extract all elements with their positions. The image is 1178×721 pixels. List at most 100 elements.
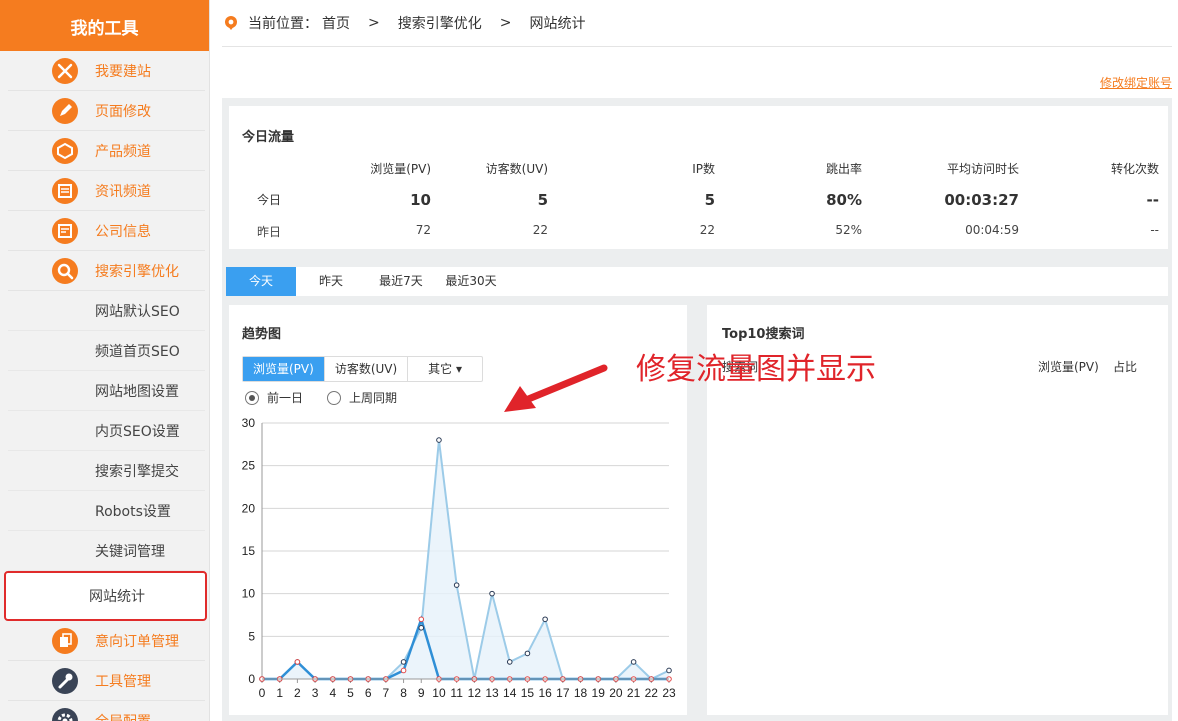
y-tick-label: 20: [242, 501, 256, 515]
sidebar-item-label: 页面修改: [95, 103, 151, 120]
x-tick-label: 9: [418, 686, 425, 700]
sidebar-item[interactable]: 页面修改: [8, 91, 205, 131]
col-pv: 浏览量(PV): [1038, 360, 1099, 374]
data-point: [542, 616, 548, 623]
data-point: [489, 590, 495, 597]
sidebar-subitem[interactable]: 频道首页SEO: [8, 331, 205, 371]
traffic-header: 转化次数: [1110, 162, 1159, 176]
y-tick-label: 5: [248, 629, 255, 643]
x-tick-label: 10: [432, 686, 446, 700]
data-point: [294, 659, 301, 665]
tab-last-7-days[interactable]: 最近7天: [370, 267, 432, 296]
breadcrumb-seo[interactable]: 搜索引擎优化: [398, 13, 482, 33]
x-tick-label: 18: [574, 686, 588, 700]
x-tick-label: 21: [627, 686, 641, 700]
x-tick-label: 0: [259, 686, 266, 700]
x-tick-label: 23: [662, 686, 676, 700]
traffic-cell: 72: [415, 223, 431, 237]
x-tick-label: 2: [294, 686, 301, 700]
metric-uv-button[interactable]: 访客数(UV): [325, 357, 409, 381]
trend-chart: 0510152025300 1 2 3 4 5 6 7 8 9 10 11 12 13 14 15 16 17 18…: [242, 416, 676, 700]
sidebar: 我的工具 我要建站页面修改产品频道资讯频道 公司信息 搜索引擎优化 网站默认SEO 频道…: [0, 0, 210, 721]
sidebar-item[interactable]: 搜索引擎优化: [8, 251, 205, 291]
metric-button-group: 浏览量(PV) 访客数(UV) 其它 ▾: [242, 356, 484, 382]
data-point: [418, 616, 425, 623]
sidebar-item-label: 我要建站: [95, 63, 151, 80]
sidebar-item[interactable]: 意向订单管理: [8, 621, 205, 661]
x-tick-label: 13: [485, 686, 499, 700]
radio-previous-day-label: 前一日: [267, 391, 304, 405]
x-tick-label: 12: [468, 686, 482, 700]
sidebar-subitem[interactable]: 搜索引擎提交: [8, 451, 205, 491]
traffic-cell: 10: [410, 191, 431, 209]
breadcrumb: 当前位置： 首页 > 搜索引擎优化 > 网站统计: [222, 0, 1172, 47]
news-icon: [52, 177, 78, 204]
x-tick-label: 5: [347, 686, 354, 700]
gear-icon: [52, 707, 78, 721]
y-tick-label: 0: [248, 672, 255, 686]
sidebar-title: 我的工具: [0, 0, 209, 51]
sidebar-item-label: 产品频道: [95, 143, 151, 160]
radio-same-day-last-week[interactable]: [327, 390, 342, 405]
traffic-cell: 80%: [826, 191, 862, 209]
sidebar-item[interactable]: 全局配置: [8, 701, 205, 721]
data-point: [524, 650, 531, 657]
traffic-cell: 22: [532, 223, 548, 237]
today-traffic-title: 今日流量: [242, 130, 295, 145]
data-point: [453, 582, 460, 588]
x-tick-label: 14: [503, 686, 517, 700]
col-ratio: 占比: [1113, 360, 1138, 374]
top10-title: Top10搜索词: [722, 327, 805, 342]
sidebar-item[interactable]: 公司信息: [8, 211, 205, 251]
x-tick-label: 11: [450, 686, 463, 700]
x-tick-label: 8: [400, 686, 407, 700]
x-tick-label: 16: [538, 686, 552, 700]
traffic-header: 跳出率: [825, 162, 862, 176]
sidebar-item[interactable]: 资讯频道: [8, 171, 205, 211]
tools-icon: [52, 57, 78, 84]
breadcrumb-prefix: 当前位置：: [248, 16, 318, 32]
x-tick-label: 20: [609, 686, 623, 700]
x-tick-label: 15: [521, 686, 535, 700]
data-point: [506, 659, 513, 665]
breadcrumb-separator: >: [499, 15, 512, 31]
traffic-cell: 00:04:59: [965, 223, 1019, 237]
series-area: [262, 440, 669, 679]
metric-pv-button[interactable]: 浏览量(PV): [243, 357, 325, 381]
sidebar-subitem[interactable]: 内页SEO设置: [8, 411, 205, 451]
x-tick-label: 3: [312, 686, 319, 700]
data-point: [666, 667, 672, 674]
sidebar-subitem[interactable]: 网站地图设置: [8, 371, 205, 411]
traffic-cell: 5: [704, 191, 715, 209]
traffic-cell: 5: [537, 191, 548, 209]
data-point: [400, 659, 407, 665]
annotation-text: 修复流量图并显示: [636, 352, 876, 387]
tab-today[interactable]: 今天: [226, 267, 296, 296]
sidebar-item[interactable]: 工具管理: [8, 661, 205, 701]
traffic-cell: --: [1146, 191, 1159, 209]
x-tick-label: 22: [645, 686, 659, 700]
sidebar-item[interactable]: 我要建站: [8, 51, 205, 91]
radio-previous-day[interactable]: [245, 390, 259, 405]
tab-yesterday[interactable]: 昨天: [306, 267, 356, 296]
traffic-cell: --: [1150, 223, 1159, 237]
metric-other-dropdown[interactable]: 其它 ▾: [408, 357, 482, 381]
sidebar-item-label: 意向订单管理: [95, 633, 179, 650]
sidebar-item[interactable]: 产品频道: [8, 131, 205, 171]
sidebar-subitem[interactable]: 关键词管理: [8, 531, 205, 571]
sidebar-subitem[interactable]: 网站默认SEO: [8, 291, 205, 331]
annotation-arrow-icon: [504, 364, 608, 412]
radio-same-day-last-week-label: 上周同期: [349, 391, 398, 405]
search-icon: [52, 257, 78, 284]
sidebar-subitem[interactable]: Robots设置: [8, 491, 205, 531]
traffic-cell: 22: [699, 223, 715, 237]
data-point: [630, 659, 637, 665]
x-tick-label: 7: [383, 686, 390, 700]
y-tick-label: 30: [242, 416, 256, 430]
breadcrumb-home[interactable]: 首页: [322, 13, 350, 33]
rebind-account-link[interactable]: 修改绑定账号: [1100, 74, 1172, 91]
breadcrumb-separator: >: [368, 15, 380, 31]
traffic-header: 平均访问时长: [946, 162, 1019, 176]
tab-last-30-days[interactable]: 最近30天: [440, 267, 502, 296]
sidebar-subitem[interactable]: 网站统计: [4, 571, 207, 621]
